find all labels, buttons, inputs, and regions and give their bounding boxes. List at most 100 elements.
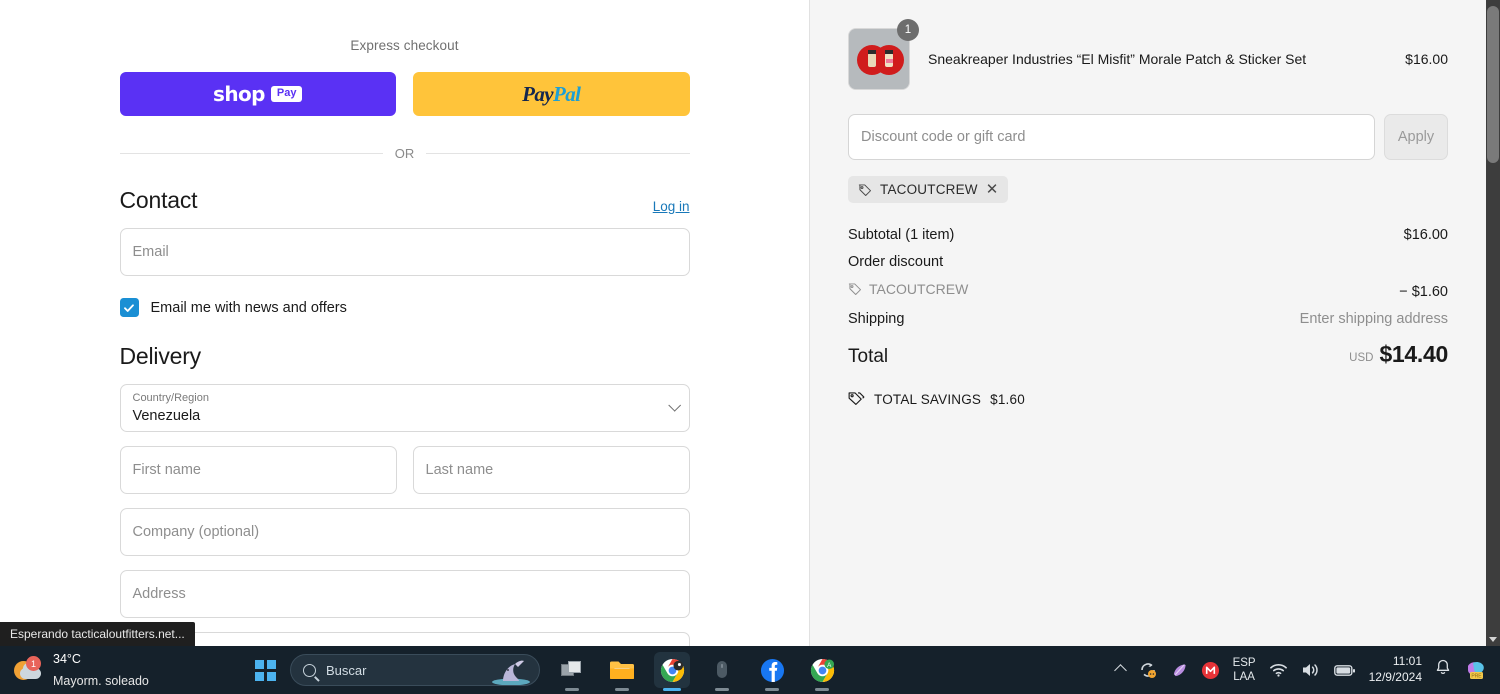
wifi-button[interactable] bbox=[1269, 662, 1288, 678]
discount-code-input[interactable]: Discount code or gift card bbox=[848, 114, 1375, 160]
country-region-select[interactable]: Country/Region Venezuela bbox=[119, 384, 690, 432]
chrome-canary-button[interactable]: A bbox=[804, 652, 840, 691]
discount-code-name: TACOUTCREW bbox=[869, 281, 969, 297]
address-field[interactable]: Address bbox=[119, 570, 690, 618]
volume-button[interactable] bbox=[1301, 662, 1321, 678]
folder-icon bbox=[610, 661, 634, 679]
feather-icon[interactable] bbox=[1171, 662, 1188, 679]
name-fields-row: First name Last name bbox=[119, 432, 690, 494]
newsletter-checkbox[interactable] bbox=[119, 298, 139, 317]
facebook-icon bbox=[760, 658, 784, 682]
weather-icon: 1 bbox=[14, 656, 44, 683]
email-field[interactable]: Email bbox=[119, 228, 690, 276]
chevron-down-icon bbox=[667, 398, 681, 412]
chrome-icon bbox=[660, 658, 684, 682]
language-indicator[interactable]: ESP LAA bbox=[1233, 656, 1256, 685]
dolphin-icon bbox=[492, 660, 530, 685]
or-line-right bbox=[426, 153, 690, 154]
scrollbar-thumb[interactable] bbox=[1487, 6, 1499, 163]
total-label: Total bbox=[848, 346, 889, 367]
task-view-button[interactable] bbox=[554, 652, 590, 691]
unknown-app-indicator bbox=[715, 688, 729, 691]
paypal-logo-pay: Pay bbox=[522, 81, 553, 106]
newsletter-label: Email me with news and offers bbox=[150, 299, 347, 316]
remove-discount-icon[interactable]: ✕ bbox=[986, 182, 999, 197]
country-region-value: Venezuela bbox=[132, 408, 201, 424]
log-in-link[interactable]: Log in bbox=[653, 199, 690, 214]
weather-text: 34°C Mayorm. soleado bbox=[53, 648, 149, 691]
or-label: OR bbox=[394, 146, 415, 161]
total-amount-group: USD $14.40 bbox=[1349, 341, 1448, 368]
browser-viewport: Express checkout shop Pay PayPal OR Cont… bbox=[0, 0, 1500, 646]
weather-widget[interactable]: 1 34°C Mayorm. soleado bbox=[0, 648, 245, 691]
task-view-indicator bbox=[565, 688, 579, 691]
subtotal-row: Subtotal (1 item) $16.00 bbox=[848, 227, 1448, 243]
chrome-button[interactable] bbox=[654, 652, 690, 691]
paypal-logo: PayPal bbox=[522, 81, 581, 107]
malwarebytes-icon[interactable] bbox=[1201, 661, 1220, 680]
total-savings-label: TOTAL SAVINGS bbox=[874, 392, 982, 407]
order-summary-panel: 1 Sneakreaper Industries “El Misfit” Mor… bbox=[809, 0, 1486, 646]
applied-discount-chip: TACOUTCREW ✕ bbox=[848, 176, 1009, 203]
unknown-app-button[interactable] bbox=[704, 652, 740, 691]
last-name-placeholder: Last name bbox=[425, 462, 494, 478]
scroll-down-arrow-icon[interactable] bbox=[1489, 637, 1497, 642]
checkmark-icon bbox=[124, 303, 134, 312]
shipping-label: Shipping bbox=[848, 311, 905, 327]
order-discount-label: Order discount bbox=[848, 254, 944, 270]
battery-button[interactable] bbox=[1333, 664, 1356, 677]
discount-code-row-total: TACOUTCREW − $1.60 bbox=[848, 281, 1448, 300]
product-price: $16.00 bbox=[1405, 51, 1448, 67]
apartment-field[interactable] bbox=[119, 632, 690, 646]
total-row: Total USD $14.40 bbox=[848, 341, 1448, 368]
shipping-value: Enter shipping address bbox=[1299, 311, 1448, 327]
checkout-form-column: Express checkout shop Pay PayPal OR Cont… bbox=[0, 0, 809, 646]
shop-pay-wordmark: shop bbox=[213, 82, 265, 106]
language-line-2: LAA bbox=[1233, 671, 1255, 683]
last-name-field[interactable]: Last name bbox=[412, 446, 690, 494]
speaker-icon bbox=[1302, 664, 1318, 676]
shop-pay-chip: Pay bbox=[270, 86, 303, 102]
screen: Express checkout shop Pay PayPal OR Cont… bbox=[0, 0, 1500, 694]
company-placeholder: Company (optional) bbox=[132, 524, 260, 540]
discount-code-amount: − $1.60 bbox=[1399, 284, 1448, 300]
discount-code-row: Discount code or gift card Apply bbox=[848, 114, 1448, 160]
facebook-button[interactable] bbox=[754, 652, 790, 691]
tag-icon bbox=[858, 183, 871, 196]
file-explorer-button[interactable] bbox=[604, 652, 640, 691]
or-separator: OR bbox=[119, 146, 690, 161]
start-button[interactable] bbox=[255, 659, 276, 681]
copilot-icon: PRE bbox=[1468, 661, 1484, 680]
clock[interactable]: 11:01 12/9/2024 bbox=[1369, 654, 1422, 685]
wifi-icon bbox=[1269, 664, 1287, 677]
copilot-button[interactable]: PRE bbox=[1464, 659, 1488, 681]
first-name-field[interactable]: First name bbox=[119, 446, 397, 494]
newsletter-optin-row[interactable]: Email me with news and offers bbox=[119, 298, 690, 317]
weather-temperature: 34°C bbox=[53, 652, 81, 667]
onedrive-sync-icon[interactable] bbox=[1138, 661, 1158, 679]
weather-description: Mayorm. soleado bbox=[53, 674, 149, 688]
or-line-left bbox=[119, 153, 383, 154]
total-currency: USD bbox=[1349, 351, 1374, 364]
company-field[interactable]: Company (optional) bbox=[119, 508, 690, 556]
task-view-icon bbox=[561, 661, 581, 676]
apply-discount-button[interactable]: Apply bbox=[1384, 114, 1448, 160]
tag-icon bbox=[848, 283, 861, 295]
notifications-button[interactable] bbox=[1435, 659, 1451, 681]
shop-pay-button[interactable]: shop Pay bbox=[119, 72, 396, 116]
order-discount-row: Order discount bbox=[848, 254, 1448, 270]
clock-time: 11:01 bbox=[1392, 654, 1422, 669]
contact-title: Contact bbox=[119, 187, 198, 213]
delivery-title: Delivery bbox=[119, 343, 202, 369]
total-value: $14.40 bbox=[1379, 341, 1448, 367]
line-item: 1 Sneakreaper Industries “El Misfit” Mor… bbox=[848, 19, 1448, 90]
mail-badge-icon bbox=[1201, 661, 1219, 679]
totals-section: Subtotal (1 item) $16.00 Order discount bbox=[848, 227, 1448, 408]
discount-code-entry: TACOUTCREW bbox=[848, 281, 968, 297]
sync-icon bbox=[1140, 663, 1156, 678]
page-scrollbar[interactable] bbox=[1486, 0, 1500, 646]
search-input[interactable]: Buscar bbox=[290, 654, 540, 686]
windows-taskbar: 1 34°C Mayorm. soleado Buscar A ESP LAA … bbox=[0, 646, 1500, 694]
paypal-button[interactable]: PayPal bbox=[413, 72, 690, 116]
show-hidden-icons-chevron-icon[interactable] bbox=[1113, 663, 1127, 677]
